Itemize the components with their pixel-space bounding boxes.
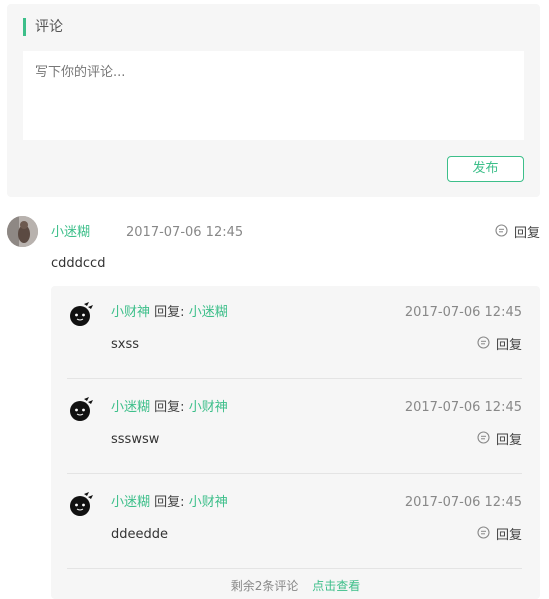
reply-target[interactable]: 小财神 xyxy=(189,495,228,510)
remaining-count: 剩余2条评论 xyxy=(230,579,299,593)
reply-header: 小财神 回复: 小迷糊 xyxy=(111,304,228,322)
reply-text: ssswsw xyxy=(111,432,160,447)
reply-label: 回复 xyxy=(495,527,522,543)
reply-time: 2017-07-06 12:45 xyxy=(404,495,522,510)
reply-button[interactable]: 回复 xyxy=(477,336,522,355)
cartoon-face-avatar[interactable] xyxy=(67,395,95,423)
reply-user[interactable]: 小迷糊 xyxy=(111,400,150,415)
chat-bubble-icon xyxy=(477,336,490,355)
reply-word: 回复: xyxy=(154,305,185,320)
chat-bubble-icon xyxy=(477,526,490,545)
reply-item: 小财神 回复: 小迷糊 2017-07-06 12:45 sxss 回复 xyxy=(67,286,522,379)
reply-button[interactable]: 回复 xyxy=(495,224,540,243)
comment-user[interactable]: 小迷糊 xyxy=(51,224,90,242)
cartoon-face-avatar[interactable] xyxy=(67,490,95,518)
panel-title: 评论 xyxy=(23,18,63,36)
publish-button[interactable]: 发布 xyxy=(447,156,524,182)
view-more-link[interactable]: 点击查看 xyxy=(312,579,360,593)
reply-button[interactable]: 回复 xyxy=(477,526,522,545)
comment-text: cdddccd xyxy=(51,256,106,271)
reply-header: 小迷糊 回复: 小财神 xyxy=(111,494,228,512)
remaining-comments: 剩余2条评论 点击查看 xyxy=(51,578,540,594)
reply-label: 回复 xyxy=(495,337,522,353)
reply-target[interactable]: 小财神 xyxy=(189,400,228,415)
replies-box: 小财神 回复: 小迷糊 2017-07-06 12:45 sxss 回复 小迷糊… xyxy=(51,286,540,599)
reply-time: 2017-07-06 12:45 xyxy=(404,305,522,320)
comment-panel: 评论 发布 xyxy=(7,4,540,197)
reply-item: 小迷糊 回复: 小财神 2017-07-06 12:45 ddeedde 回复 xyxy=(67,476,522,569)
reply-user[interactable]: 小财神 xyxy=(111,305,150,320)
comment-time: 2017-07-06 12:45 xyxy=(126,225,244,240)
reply-target[interactable]: 小迷糊 xyxy=(189,305,228,320)
reply-label: 回复 xyxy=(495,432,522,448)
chat-bubble-icon xyxy=(477,431,490,450)
reply-word: 回复: xyxy=(154,400,185,415)
reply-label: 回复 xyxy=(513,225,540,241)
comment-input[interactable] xyxy=(23,51,524,140)
reply-word: 回复: xyxy=(154,495,185,510)
avatar[interactable] xyxy=(7,216,38,247)
reply-user[interactable]: 小迷糊 xyxy=(111,495,150,510)
cartoon-face-avatar[interactable] xyxy=(67,300,95,328)
reply-time: 2017-07-06 12:45 xyxy=(404,400,522,415)
chat-bubble-icon xyxy=(495,224,508,243)
reply-text: ddeedde xyxy=(111,527,169,542)
reply-button[interactable]: 回复 xyxy=(477,431,522,450)
reply-header: 小迷糊 回复: 小财神 xyxy=(111,399,228,417)
reply-item: 小迷糊 回复: 小财神 2017-07-06 12:45 ssswsw 回复 xyxy=(67,381,522,474)
reply-text: sxss xyxy=(111,337,140,352)
